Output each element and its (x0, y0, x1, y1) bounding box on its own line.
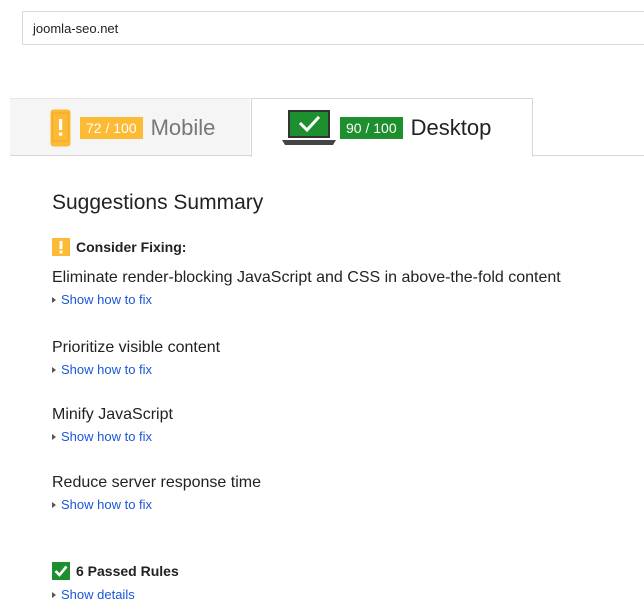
show-how-to-fix-link[interactable]: Show how to fix (52, 497, 261, 512)
show-how-to-fix-link[interactable]: Show how to fix (52, 292, 561, 307)
show-details-label: Show details (61, 587, 135, 600)
show-how-to-fix-link[interactable]: Show how to fix (52, 429, 173, 444)
tab-desktop[interactable]: 90 / 100 Desktop (251, 98, 533, 157)
show-how-to-fix-label: Show how to fix (61, 292, 153, 307)
consider-fixing-label: Consider Fixing: (76, 239, 187, 255)
caret-right-icon (52, 366, 56, 373)
rule-title: Reduce server response time (52, 474, 261, 491)
rule-item: Reduce server response time Show how to … (52, 473, 261, 512)
show-details-link[interactable]: Show details (52, 587, 135, 600)
rule-item: Minify JavaScript Show how to fix (52, 405, 173, 444)
phone-icon (50, 109, 71, 146)
laptop-icon (282, 110, 336, 145)
tab-mobile[interactable]: 72 / 100 Mobile (10, 98, 250, 156)
suggestions-summary-title: Suggestions Summary (52, 191, 264, 214)
rule-title: Minify JavaScript (52, 406, 173, 423)
url-input[interactable]: joomla-seo.net (22, 11, 644, 45)
rule-title: Prioritize visible content (52, 339, 221, 356)
rule-title: Eliminate render-blocking JavaScript and… (52, 269, 561, 286)
warning-icon (52, 238, 70, 256)
show-how-to-fix-label: Show how to fix (61, 429, 153, 444)
tab-desktop-label: Desktop (410, 115, 492, 140)
caret-right-icon (52, 433, 56, 440)
tabs: 72 / 100 Mobile 90 / 100 Desktop (0, 98, 644, 158)
consider-fixing-header: Consider Fixing: (52, 238, 186, 256)
rule-item: Prioritize visible content Show how to f… (52, 338, 220, 377)
caret-right-icon (52, 296, 56, 303)
rule-item: Eliminate render-blocking JavaScript and… (52, 268, 561, 307)
show-how-to-fix-link[interactable]: Show how to fix (52, 362, 220, 377)
passed-rules-header: 6 Passed Rules (52, 562, 179, 580)
checkmark-icon (52, 562, 70, 580)
caret-right-icon (52, 501, 56, 508)
caret-right-icon (52, 591, 56, 598)
desktop-score-badge: 90 / 100 (340, 117, 403, 139)
tab-mobile-label: Mobile (150, 114, 216, 140)
show-how-to-fix-label: Show how to fix (61, 362, 153, 377)
mobile-score-badge: 72 / 100 (80, 116, 143, 139)
show-how-to-fix-label: Show how to fix (61, 497, 153, 512)
passed-rules-label: 6 Passed Rules (76, 563, 179, 579)
